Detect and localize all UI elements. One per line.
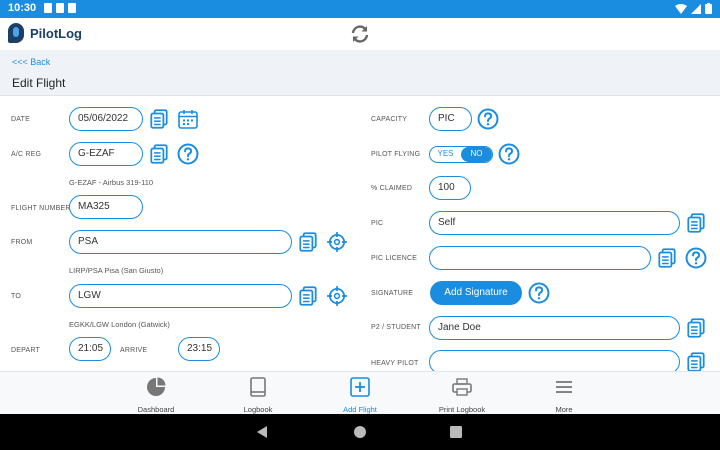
copy-pic-icon[interactable] <box>685 212 707 234</box>
pilotflying-label: PILOT FLYING <box>371 151 421 158</box>
copy-to-icon[interactable] <box>297 285 319 307</box>
app-bar: PilotLog <box>0 18 720 50</box>
system-status-icons <box>675 3 712 14</box>
claimed-label: % CLAIMED <box>371 185 413 192</box>
help-piclicence-icon[interactable] <box>685 247 707 269</box>
nav-dashboard[interactable]: Dashboard <box>116 376 196 414</box>
sync-icon[interactable] <box>349 23 371 45</box>
battery-icon <box>705 3 712 14</box>
piclicence-field[interactable] <box>429 246 651 270</box>
help-pilotflying-icon[interactable] <box>498 143 520 165</box>
copy-piclicence-icon[interactable] <box>656 247 678 269</box>
book-icon <box>250 377 266 397</box>
back-link[interactable]: <<< Back <box>12 57 50 67</box>
arrive-field[interactable]: 23:15 <box>178 337 220 361</box>
from-hint: LIRP/PSA Pisa (San Giusto) <box>69 266 164 275</box>
bottom-navigation: Dashboard Logbook Add Flight Print Logbo… <box>0 371 720 414</box>
nav-print-logbook-label: Print Logbook <box>438 405 486 414</box>
pilot-flying-yes[interactable]: YES <box>430 147 461 162</box>
depart-field[interactable]: 21:05 <box>69 337 111 361</box>
plus-square-icon <box>350 377 370 397</box>
copy-from-icon[interactable] <box>297 231 319 253</box>
acreg-label: A/C REG <box>11 151 42 158</box>
app-logo: PilotLog <box>8 23 82 43</box>
depart-label: DEPART <box>11 347 40 354</box>
nav-add-flight-label: Add Flight <box>343 405 377 414</box>
copy-date-icon[interactable] <box>148 108 170 130</box>
flight-form: DATE 05/06/2022 A/C REG G-EZAF G-EZAF - … <box>0 97 720 371</box>
capacity-field[interactable]: PIC <box>429 107 472 131</box>
pic-field[interactable]: Self <box>429 211 680 235</box>
calendar-icon[interactable] <box>177 108 199 130</box>
capacity-label: CAPACITY <box>371 116 408 123</box>
p2-label: P2 / STUDENT <box>371 324 421 331</box>
to-label: TO <box>11 293 21 300</box>
nav-print-logbook[interactable]: Print Logbook <box>422 376 502 414</box>
status-bar: 10:30 <box>0 0 720 18</box>
menu-icon <box>556 381 572 393</box>
back-icon[interactable] <box>255 425 269 439</box>
system-navigation-bar <box>0 414 720 450</box>
notification-icons <box>44 3 76 13</box>
nav-add-flight[interactable]: Add Flight <box>320 376 400 414</box>
copy-acreg-icon[interactable] <box>148 143 170 165</box>
home-icon[interactable] <box>353 425 367 439</box>
date-label: DATE <box>11 116 30 123</box>
locate-from-icon[interactable] <box>326 231 348 253</box>
logo-icon <box>8 23 24 43</box>
recents-icon[interactable] <box>450 426 462 438</box>
nav-more[interactable]: More <box>524 376 604 414</box>
claimed-field[interactable]: 100 <box>429 176 471 200</box>
acreg-hint: G-EZAF - Airbus 319-110 <box>69 178 154 187</box>
to-field[interactable]: LGW <box>69 284 292 308</box>
page-title: Edit Flight <box>12 76 66 90</box>
copy-p2-icon[interactable] <box>685 317 707 339</box>
pie-chart-icon <box>147 377 166 396</box>
wifi-icon <box>675 3 687 14</box>
flightnumber-field[interactable]: MA325 <box>69 195 143 219</box>
copy-heavy-icon[interactable] <box>685 351 707 371</box>
heavy-field[interactable] <box>429 350 680 371</box>
date-field[interactable]: 05/06/2022 <box>69 107 143 131</box>
to-hint: EGKK/LGW London (Gatwick) <box>69 320 170 329</box>
arrive-label: ARRIVE <box>120 347 148 354</box>
add-signature-button[interactable]: Add Signature <box>430 281 522 305</box>
locate-to-icon[interactable] <box>326 285 348 307</box>
pic-label: PIC <box>371 220 384 227</box>
help-acreg-icon[interactable] <box>177 143 199 165</box>
signature-label: SIGNATURE <box>371 290 414 297</box>
acreg-field[interactable]: G-EZAF <box>69 142 143 166</box>
piclicence-label: PIC LICENCE <box>371 255 418 262</box>
heavy-label: HEAVY PILOT <box>371 360 419 367</box>
pilot-flying-no[interactable]: NO <box>461 147 492 162</box>
flightnumber-label: FLIGHT NUMBER <box>11 205 71 212</box>
page-header: <<< Back Edit Flight <box>0 50 720 96</box>
notification-icon <box>44 3 52 13</box>
status-time: 10:30 <box>8 2 37 14</box>
p2-field[interactable]: Jane Doe <box>429 316 680 340</box>
signal-icon <box>691 3 701 14</box>
app-icon <box>68 3 76 13</box>
nav-logbook[interactable]: Logbook <box>218 376 298 414</box>
help-capacity-icon[interactable] <box>477 108 499 130</box>
nav-logbook-label: Logbook <box>243 405 273 414</box>
pilot-flying-toggle[interactable]: YES NO <box>429 146 493 163</box>
from-field[interactable]: PSA <box>69 230 292 254</box>
help-signature-icon[interactable] <box>528 282 550 304</box>
sim-icon <box>56 3 64 13</box>
printer-icon <box>452 378 472 396</box>
from-label: FROM <box>11 239 33 246</box>
nav-dashboard-label: Dashboard <box>137 405 175 414</box>
nav-more-label: More <box>555 405 573 414</box>
app-name: PilotLog <box>30 25 82 41</box>
